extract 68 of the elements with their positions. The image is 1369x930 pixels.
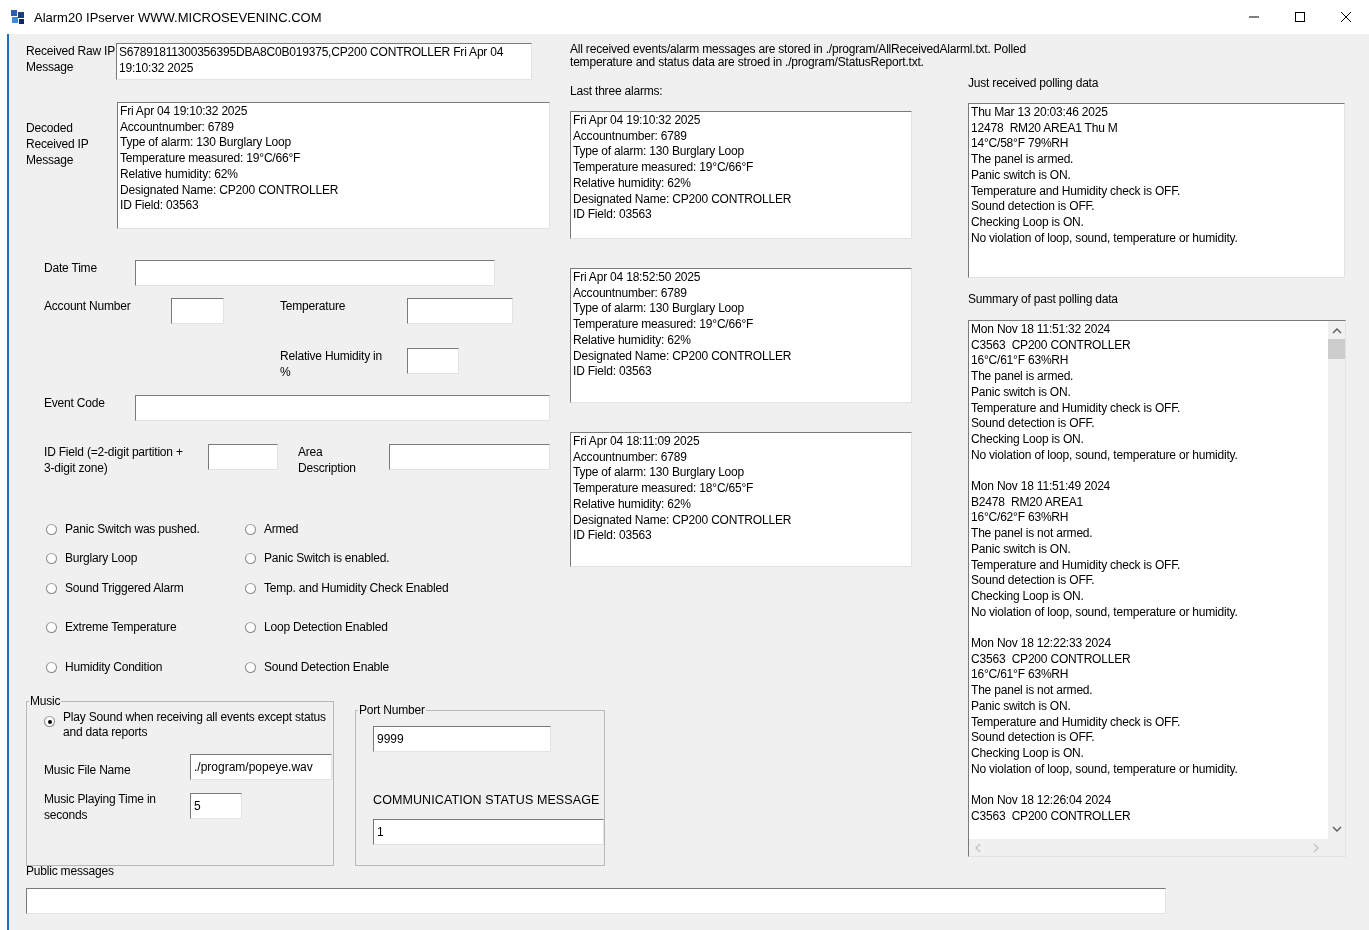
raw-message-field[interactable]: S67891811300356395DBA8C0B019375,CP200 CONTROLLER Fri Apr 04 19:10:32 2025 [116,43,532,80]
field-label: Temperature [280,298,347,314]
window-title: Alarm20 IPserver WWW.MICROSEVENINC.COM [34,9,322,25]
field-label: COMMUNICATION STATUS MESSAGE [373,793,601,807]
radio-label: Play Sound when receiving all events except status and data reports [63,710,327,740]
field-label: Date Time [44,260,98,276]
group-title: Music [29,694,62,708]
radio-button[interactable] [44,716,55,727]
field-label: Public messages [26,863,115,879]
radio-label: Humidity Condition [65,660,163,675]
account-number-field[interactable] [171,298,224,324]
radio-label: Extreme Temperature [65,620,177,635]
status-message-field[interactable]: 1 [373,819,604,845]
field-label: Event Code [44,395,106,411]
humidity-field[interactable] [407,348,459,374]
radio-label: Sound Detection Enable [264,660,390,675]
maximize-icon [1294,11,1306,23]
radio-label: Sound Triggered Alarm [65,581,184,596]
playing-time-field[interactable]: 5 [190,793,242,819]
radio-button[interactable] [46,662,57,673]
section-label: Last three alarms: [570,83,664,99]
close-icon [1340,11,1352,23]
id-field[interactable] [208,444,278,470]
polling-text-area[interactable]: Thu Mar 13 20:03:46 2025 12478 RM20 AREA1 Thu M 14°C/58°F 79%RH The panel is armed. Panic switch is ON. Temperature and Humidity check is OFF. Sound detection is OFF. Checking Loop is ON. No violation of loop, sound, temperature or humidity. [968,103,1345,278]
field-label: Music File Name [44,762,132,778]
radio-button[interactable] [245,622,256,633]
alarm-text-area[interactable]: Fri Apr 04 19:10:32 2025 Accountnumber: 6789 Type of alarm: 130 Burglary Loop Temperature measured: 19°C/66°F Relative humidity: 62% Designated Name: CP200 CONTROLLER ID Field: 03563 [570,111,912,239]
alarm-text-area[interactable]: Fri Apr 04 18:52:50 2025 Accountnumber: 6789 Type of alarm: 130 Burglary Loop Temperature measured: 19°C/66°F Relative humidity: 62% Designated Name: CP200 CONTROLLER ID Field: 03563 [570,268,912,403]
radio-button[interactable] [245,662,256,673]
scroll-up-icon[interactable] [1331,327,1342,335]
date-time-field[interactable] [135,260,495,286]
radio-label: Loop Detection Enabled [264,620,388,635]
radio-button[interactable] [46,524,57,535]
radio-button[interactable] [245,524,256,535]
section-label: Summary of past polling data [968,291,1119,307]
radio-button[interactable] [46,622,57,633]
event-code-field[interactable] [135,395,550,421]
field-label: Relative Humidity in % [280,348,384,380]
vertical-scrollbar[interactable] [1328,321,1345,839]
field-label: Received Raw IP Message [26,43,116,75]
scroll-down-icon[interactable] [1331,825,1342,833]
port-number-field[interactable]: 9999 [373,726,551,752]
radio-button[interactable] [46,553,57,564]
app-icon [10,9,26,25]
radio-label: Panic Switch was pushed. [65,522,200,537]
decoded-message-field[interactable]: Fri Apr 04 19:10:32 2025 Accountnumber: 6789 Type of alarm: 130 Burglary Loop Temperature measured: 19°C/66°F Relative humidity: 62% Designated Name: CP200 CONTROLLER ID Field: 03563 [117,102,550,229]
radio-button[interactable] [245,583,256,594]
field-label: Decoded Received IP Message [26,120,90,168]
field-label: Area Description [298,444,357,476]
public-messages-field[interactable] [26,888,1166,914]
radio-label: Burglary Loop [65,551,138,566]
area-description-field[interactable] [389,444,550,470]
radio-label: Temp. and Humidity Check Enabled [264,581,449,596]
section-label: Just received polling data [968,75,1100,91]
info-text: All received events/alarm messages are stored in ./program/AllReceivedAlarml.txt. Polled temperature and status data are stroed in ./program/StatusReport.txt. [569,41,1027,69]
alarm-text-area[interactable]: Fri Apr 04 18:11:09 2025 Accountnumber: 6789 Type of alarm: 130 Burglary Loop Temperature measured: 18°C/65°F Relative humidity: 62% Designated Name: CP200 CONTROLLER ID Field: 03563 [570,432,912,567]
music-file-field[interactable]: ./program/popeye.wav [190,754,332,780]
field-label: Music Playing Time in seconds [44,791,157,823]
field-label: Account Number [44,298,132,314]
radio-button[interactable] [245,553,256,564]
field-label: ID Field (=2-digit partition + 3-digit zone) [44,444,184,476]
scroll-thumb[interactable] [1328,339,1345,359]
summary-text-area[interactable]: Mon Nov 18 11:51:32 2024 C3563 CP200 CONTROLLER 16°C/61°F 63%RH The panel is armed. Panic switch is ON. Temperature and Humidity check is OFF. Sound detection is OFF. Checking Loop is ON. No violation of loop, sound, temperature or humidity. Mon Nov 18 11:51:49 2024 B2478 RM20 AREA1 16°C/62°F 63%RH The panel is not armed. Panic switch is ON. Temperature and Humidity check is OFF. Sound detection is OFF. Checking Loop is ON. No violation of loop, sound, temperature or humidity. Mon Nov 18 12:22:33 2024 C3563 CP200 CONTROLLER 16°C/61°F 63%RH The panel is not armed. Panic switch is ON. Temperature and Humidity check is OFF. Sound detection is OFF. Checking Loop is ON. No violation of loop, sound, temperature or humidity. Mon Nov 18 12:26:04 2024 C3563 CP200 CONTROLLER [968,320,1346,857]
group-title: Port Number [358,703,426,717]
temperature-field[interactable] [407,298,513,324]
radio-label: Panic Switch is enabled. [264,551,390,566]
radio-label: Armed [264,522,299,537]
radio-button[interactable] [46,583,57,594]
